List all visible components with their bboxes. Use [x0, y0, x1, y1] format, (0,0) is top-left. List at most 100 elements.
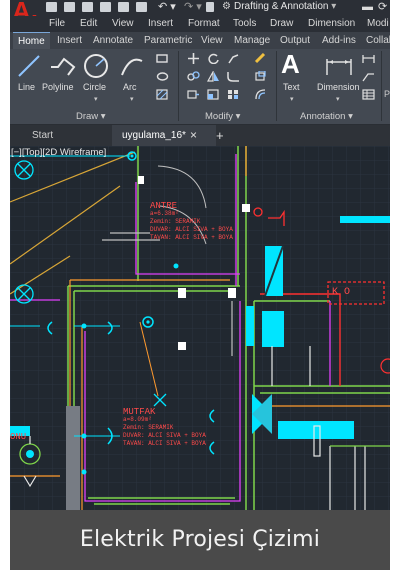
circle-icon[interactable] — [82, 52, 110, 80]
stretch-icon[interactable] — [187, 89, 200, 100]
line-tool-label[interactable]: Line — [18, 82, 35, 92]
table-icon[interactable] — [362, 89, 375, 100]
menu-draw[interactable]: Draw — [270, 18, 293, 29]
draw-panel-label: Draw — [76, 111, 99, 122]
modify-panel-title[interactable]: Modify ▾ — [205, 111, 240, 122]
erase-icon[interactable] — [254, 53, 267, 64]
current-drawing-name: uygulama_16* — [122, 130, 186, 141]
line-icon[interactable] — [16, 53, 42, 79]
more-panels-icon[interactable]: P — [384, 89, 390, 99]
undo-icon[interactable]: ↶ ▾ — [158, 0, 176, 13]
text-tool-label[interactable]: Text — [283, 82, 300, 92]
menu-modify[interactable]: Modi — [367, 18, 389, 29]
text-dropdown-icon[interactable]: ▾ — [290, 95, 294, 103]
ribbon-panel: Line Polyline Circle Arc ▾ ▾ A Text Dime… — [10, 49, 390, 125]
modify-panel-label: Modify — [205, 111, 233, 122]
menu-bar: File Edit View Insert Format Tools Draw … — [10, 16, 390, 32]
ribbon-tab-bar: Home Insert Annotate Parametric View Man… — [10, 32, 390, 49]
annotation-panel-title[interactable]: Annotation ▾ — [300, 111, 353, 122]
dimension-dropdown-icon[interactable]: ▾ — [336, 95, 340, 103]
room-area: a=6.38m² — [150, 210, 179, 217]
label-ko: K O — [332, 287, 351, 298]
trim-icon[interactable] — [227, 53, 240, 64]
tab-output[interactable]: Output — [280, 35, 310, 46]
copy-icon[interactable] — [187, 71, 200, 82]
mirror-icon[interactable] — [207, 71, 220, 82]
menu-edit[interactable]: Edit — [80, 18, 97, 29]
array-icon[interactable] — [227, 89, 240, 100]
arc-dropdown-icon[interactable]: ▾ — [130, 95, 134, 103]
tab-home[interactable]: Home — [13, 32, 50, 49]
title-bar: ↶ ▾ ↷ ▾ ⚙ Drafting & Annotation ▾ ▬ ⟳ — [10, 0, 390, 16]
tab-parametric[interactable]: Parametric — [144, 35, 192, 46]
room-floor: Zemin: SERAMIK — [123, 424, 174, 431]
chevron-down-icon: ▾ — [328, 1, 337, 12]
tab-collaborate[interactable]: Collab — [366, 35, 390, 46]
tab-insert[interactable]: Insert — [57, 35, 82, 46]
rotate-icon[interactable] — [207, 53, 220, 64]
new-tab-icon[interactable]: + — [216, 128, 224, 143]
tab-view[interactable]: View — [201, 35, 223, 46]
linear-dim-icon[interactable] — [362, 53, 375, 64]
refresh-icon[interactable]: ⟳ — [378, 0, 387, 13]
save-icon[interactable] — [82, 2, 93, 12]
workspace-switcher[interactable]: ⚙ Drafting & Annotation ▾ — [222, 1, 336, 12]
room-area: a=8.09m² — [123, 416, 152, 423]
menu-view[interactable]: View — [112, 18, 134, 29]
tab-start[interactable]: Start — [22, 125, 112, 146]
panel-separator — [381, 51, 382, 121]
leader-icon[interactable] — [362, 71, 375, 82]
room-ceiling: TAVAN: ALCI SIVA + BOYA — [123, 440, 206, 447]
label-onu: ONU — [10, 432, 27, 442]
polyline-tool-label[interactable]: Polyline — [42, 82, 74, 92]
dimension-icon[interactable] — [324, 53, 354, 79]
redo-icon[interactable]: ↷ ▾ — [184, 0, 202, 13]
room-wall: DUVAR: ALCI SIVA + BOYA — [150, 226, 233, 233]
hatch-icon[interactable] — [156, 89, 169, 100]
arc-icon[interactable] — [118, 53, 146, 79]
explode-icon[interactable] — [254, 71, 267, 82]
gear-icon: ⚙ — [222, 1, 231, 12]
save-as-icon[interactable] — [100, 2, 111, 12]
room-wall: DUVAR: ALCI SIVA + BOYA — [123, 432, 206, 439]
offset-icon[interactable] — [254, 89, 267, 100]
text-icon[interactable]: A — [281, 49, 300, 80]
move-icon[interactable] — [187, 53, 200, 64]
tab-current-drawing[interactable]: uygulama_16* — [112, 125, 216, 146]
circle-dropdown-icon[interactable]: ▾ — [94, 95, 98, 103]
menu-dimension[interactable]: Dimension — [308, 18, 355, 29]
annotation-panel-label: Annotation — [300, 111, 346, 122]
drawing-canvas[interactable]: ANTRE a=6.38m² Zemin: SERAMIK DUVAR: ALC… — [10, 146, 390, 510]
room-floor: Zemin: SERAMIK — [150, 218, 201, 225]
rectangle-icon[interactable] — [156, 53, 169, 64]
arc-tool-label[interactable]: Arc — [123, 82, 137, 92]
dimension-tool-label[interactable]: Dimension — [317, 82, 360, 92]
share-icon[interactable] — [206, 2, 214, 12]
plotter-icon[interactable]: ▬ — [362, 1, 373, 13]
tab-annotate[interactable]: Annotate — [93, 35, 133, 46]
panel-separator — [276, 51, 277, 121]
ellipse-icon[interactable] — [156, 71, 169, 82]
scale-icon[interactable] — [207, 89, 220, 100]
open-file-icon[interactable] — [64, 2, 75, 12]
fillet-icon[interactable] — [227, 71, 240, 82]
menu-insert[interactable]: Insert — [148, 18, 173, 29]
tab-addins[interactable]: Add-ins — [322, 35, 356, 46]
polyline-icon[interactable] — [48, 53, 78, 79]
file-tab-bar: Start uygulama_16* × + — [10, 125, 390, 146]
close-tab-icon[interactable]: × — [190, 128, 197, 142]
plot-icon[interactable] — [118, 2, 129, 12]
circle-tool-label[interactable]: Circle — [83, 82, 106, 92]
draw-panel-title[interactable]: Draw ▾ — [76, 111, 106, 122]
floor-plan — [10, 146, 390, 510]
viewport-controls[interactable]: [−][Top][2D Wireframe] — [11, 147, 106, 158]
new-file-icon[interactable] — [46, 2, 57, 12]
caption-title: Elektrik Projesi Çizimi — [79, 527, 321, 552]
menu-file[interactable]: File — [49, 18, 65, 29]
room-ceiling: TAVAN: ALCI SIVA + BOYA — [150, 234, 233, 241]
tab-manage[interactable]: Manage — [234, 35, 270, 46]
menu-format[interactable]: Format — [188, 18, 220, 29]
workspace-name: Drafting & Annotation — [233, 1, 329, 12]
menu-tools[interactable]: Tools — [233, 18, 256, 29]
print-icon[interactable] — [136, 2, 147, 12]
